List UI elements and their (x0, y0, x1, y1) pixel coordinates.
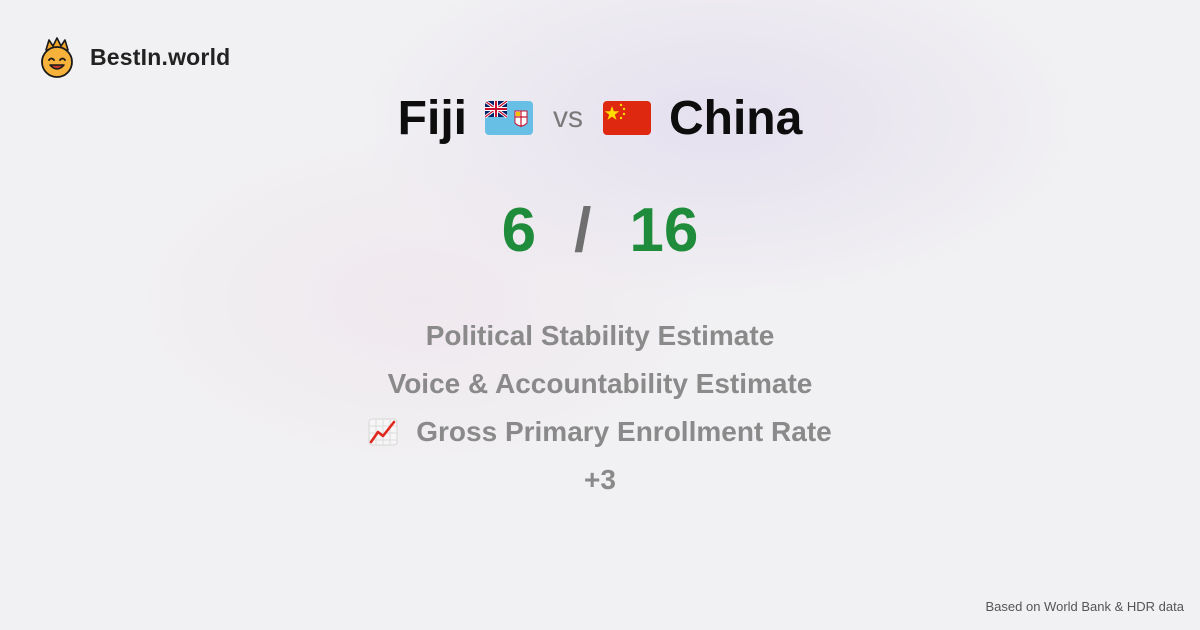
country-a-name[interactable]: Fiji (398, 91, 467, 146)
china-flag-icon (602, 101, 651, 135)
fiji-flag-icon (484, 101, 533, 135)
metric-label: Political Stability Estimate (425, 320, 775, 351)
brand-logo[interactable]: BestIn.world (38, 36, 230, 78)
score-b: 16 (629, 196, 699, 265)
country-matchup: Fiji vs China (0, 88, 1200, 148)
brand-name: BestIn.world (90, 43, 231, 70)
score-separator: / (574, 196, 592, 265)
metric-label: +3 (584, 464, 616, 495)
metric-item[interactable]: Political Stability Estimate (0, 312, 1200, 360)
score-a: 6 (501, 196, 537, 265)
metric-item[interactable]: Gross Primary Enrollment Rate (0, 408, 1200, 456)
chart-increasing-icon (368, 418, 398, 446)
more-metrics-count[interactable]: +3 (0, 456, 1200, 504)
score-display: 6 / 16 (0, 195, 1200, 266)
data-source-note: Based on World Bank & HDR data (985, 599, 1184, 614)
metric-item[interactable]: Voice & Accountability Estimate (0, 360, 1200, 408)
country-b-name[interactable]: China (669, 91, 802, 146)
vs-label: vs (552, 101, 583, 134)
metric-label: Voice & Accountability Estimate (387, 368, 813, 399)
metric-list: Political Stability Estimate Voice & Acc… (0, 312, 1200, 504)
crown-smiley-icon (41, 37, 73, 78)
metric-label: Gross Primary Enrollment Rate (416, 416, 832, 447)
